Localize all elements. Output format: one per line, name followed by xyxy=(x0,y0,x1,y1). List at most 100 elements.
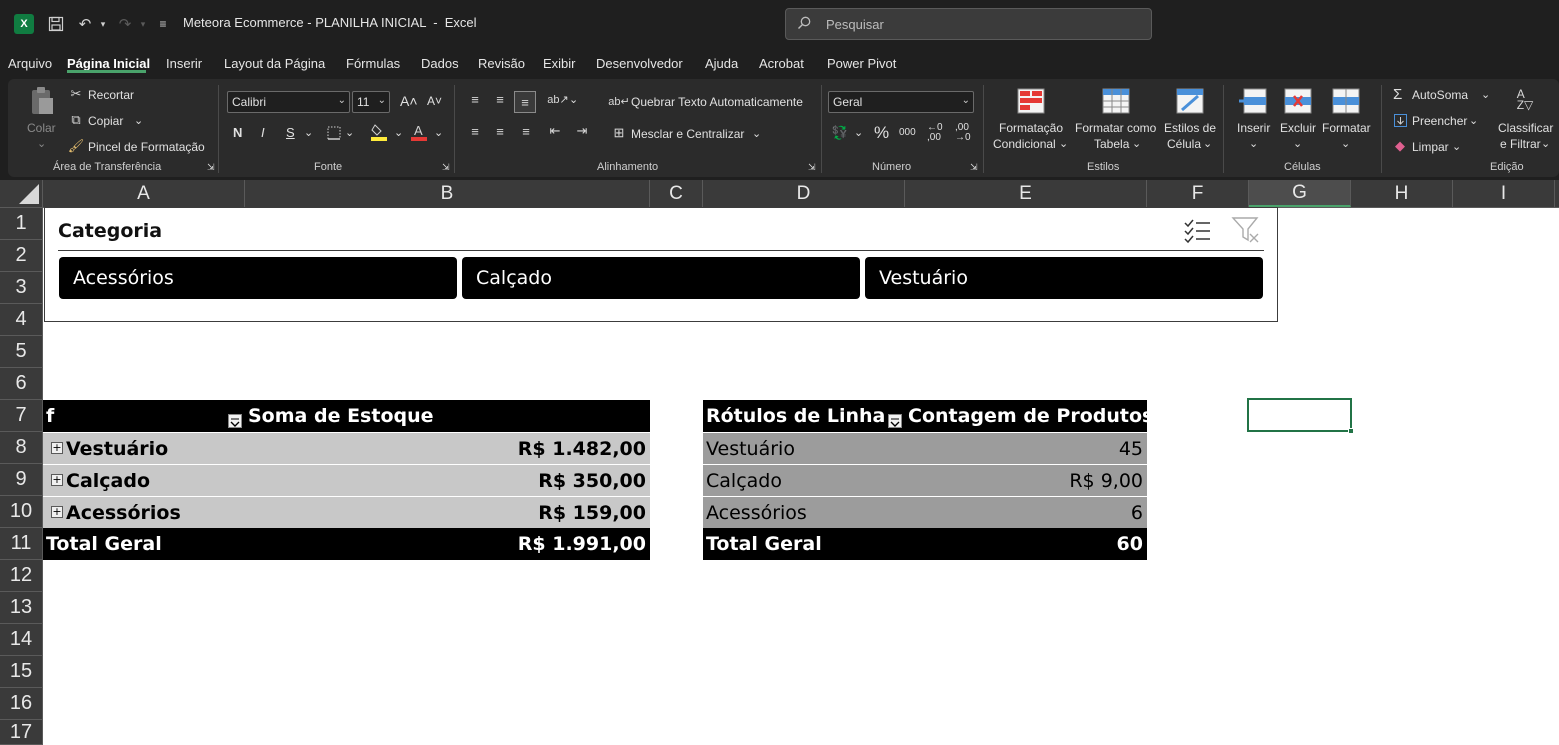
underline-dropdown-icon[interactable]: ⌄ xyxy=(304,126,313,139)
accounting-dropdown-icon[interactable]: ⌄ xyxy=(854,126,863,139)
orientation-icon[interactable]: ab↗ xyxy=(547,91,569,107)
autosum-dropdown-icon[interactable]: ⌄ xyxy=(1481,88,1490,101)
cell-styles-label-1[interactable]: Estilos de xyxy=(1164,121,1216,135)
fill-handle[interactable] xyxy=(1348,428,1354,434)
conditional-formatting-label-2[interactable]: Condicional xyxy=(993,137,1056,151)
select-all-button[interactable] xyxy=(0,180,43,207)
percent-button[interactable]: % xyxy=(874,123,889,143)
cut-button[interactable]: Recortar xyxy=(88,88,134,102)
paste-dropdown-icon[interactable]: ⌄ xyxy=(37,137,46,150)
column-header-g[interactable]: G xyxy=(1249,180,1351,207)
increase-indent-icon[interactable]: ⇥ xyxy=(573,123,591,139)
multi-select-icon[interactable] xyxy=(1183,218,1211,244)
pivot2-filter-dropdown-icon[interactable] xyxy=(888,414,902,428)
alignment-launcher-icon[interactable]: ⇲ xyxy=(808,162,816,173)
row-header[interactable]: 3 xyxy=(0,272,42,304)
font-size-select[interactable]: 11 ⌄ xyxy=(352,91,390,113)
clipboard-launcher-icon[interactable]: ⇲ xyxy=(207,162,215,173)
column-header-c[interactable]: C xyxy=(650,180,703,207)
expand-icon[interactable]: + xyxy=(51,442,63,454)
row-header[interactable]: 11 xyxy=(0,528,42,560)
tab-inserir[interactable]: Inserir xyxy=(166,56,202,71)
slicer-item-calcado[interactable]: Calçado xyxy=(462,257,860,299)
pivot1-row-labels-header[interactable]: f xyxy=(46,405,54,427)
tab-layout[interactable]: Layout da Página xyxy=(224,56,325,71)
orientation-dropdown-icon[interactable]: ⌄ xyxy=(569,93,578,106)
sort-filter-label-2[interactable]: e Filtrar xyxy=(1500,137,1541,151)
slicer-item-acessorios[interactable]: Acessórios xyxy=(59,257,457,299)
tab-acrobat[interactable]: Acrobat xyxy=(759,56,804,71)
fill-button[interactable]: Preencher xyxy=(1412,114,1467,128)
expand-icon[interactable]: + xyxy=(51,474,63,486)
font-color-icon[interactable]: A xyxy=(411,123,427,141)
accounting-format-icon[interactable]: 💱 xyxy=(831,125,849,141)
conditional-dropdown-icon[interactable]: ⌄ xyxy=(1059,137,1068,150)
column-header-b[interactable]: B xyxy=(245,180,650,207)
increase-decimal-icon[interactable]: ←0,00 xyxy=(927,123,943,143)
row-header[interactable]: 17 xyxy=(0,720,42,745)
column-header-e[interactable]: E xyxy=(905,180,1147,207)
row-header[interactable]: 5 xyxy=(0,336,42,368)
tab-dados[interactable]: Dados xyxy=(421,56,459,71)
row-header[interactable]: 2 xyxy=(0,240,42,272)
borders-dropdown-icon[interactable]: ⌄ xyxy=(345,126,354,139)
autosum-button[interactable]: AutoSoma xyxy=(1412,88,1468,102)
delete-dropdown-icon[interactable]: ⌄ xyxy=(1293,137,1302,150)
tab-power-pivot[interactable]: Power Pivot xyxy=(827,56,896,71)
column-header-f[interactable]: F xyxy=(1147,180,1249,207)
row-header[interactable]: 6 xyxy=(0,368,42,400)
format-table-dropdown-icon[interactable]: ⌄ xyxy=(1132,137,1141,150)
column-header-i[interactable]: I xyxy=(1453,180,1555,207)
row-header[interactable]: 13 xyxy=(0,592,42,624)
category-slicer[interactable]: Categoria Acessórios Calçado Vestuário xyxy=(44,207,1278,322)
wrap-text-button[interactable]: Quebrar Texto Automaticamente xyxy=(631,95,803,109)
column-header-d[interactable]: D xyxy=(703,180,905,207)
number-format-select[interactable]: Geral ⌄ xyxy=(828,91,974,113)
tab-pagina-inicial[interactable]: Página Inicial xyxy=(67,56,150,71)
grow-font-icon[interactable]: A˄ xyxy=(400,93,418,109)
cell-styles-label-2[interactable]: Célula xyxy=(1167,137,1201,151)
fill-color-icon[interactable] xyxy=(371,123,387,141)
fill-color-dropdown-icon[interactable]: ⌄ xyxy=(394,126,403,139)
format-as-table-label-2[interactable]: Tabela xyxy=(1094,137,1129,151)
row-header[interactable]: 15 xyxy=(0,656,42,688)
borders-icon[interactable] xyxy=(326,125,342,141)
delete-cells-button[interactable]: Excluir xyxy=(1280,121,1316,135)
decrease-indent-icon[interactable]: ⇤ xyxy=(546,123,564,139)
merge-center-button[interactable]: Mesclar e Centralizar xyxy=(631,127,744,141)
row-header[interactable]: 16 xyxy=(0,688,42,720)
row-header[interactable]: 12 xyxy=(0,560,42,592)
column-header-h[interactable]: H xyxy=(1351,180,1453,207)
undo-dropdown-icon[interactable]: ▾ xyxy=(92,13,114,35)
number-launcher-icon[interactable]: ⇲ xyxy=(970,162,978,173)
row-header[interactable]: 8 xyxy=(0,432,42,464)
font-name-select[interactable]: Calibri ⌄ xyxy=(227,91,350,113)
row-header[interactable]: 9 xyxy=(0,464,42,496)
bold-button[interactable]: N xyxy=(233,125,242,140)
font-color-dropdown-icon[interactable]: ⌄ xyxy=(434,126,443,139)
pivot2-row-labels-header[interactable]: Rótulos de Linha xyxy=(706,405,885,427)
clear-dropdown-icon[interactable]: ⌄ xyxy=(1452,140,1461,153)
row-header[interactable]: 1 xyxy=(0,208,42,240)
align-middle-icon[interactable]: ≡ xyxy=(491,91,509,107)
align-bottom-icon[interactable]: ≡ xyxy=(514,91,536,113)
shrink-font-icon[interactable]: A˅ xyxy=(427,94,442,108)
row-header[interactable]: 7 xyxy=(0,400,42,432)
paste-label[interactable]: Colar xyxy=(27,121,56,135)
expand-icon[interactable]: + xyxy=(51,506,63,518)
column-header-a[interactable]: A xyxy=(43,180,245,207)
slicer-item-vestuario[interactable]: Vestuário xyxy=(865,257,1263,299)
sort-filter-dropdown-icon[interactable]: ⌄ xyxy=(1541,137,1550,150)
format-cells-button[interactable]: Formatar xyxy=(1322,121,1371,135)
clear-button[interactable]: Limpar xyxy=(1412,140,1449,154)
underline-button[interactable]: S xyxy=(286,125,295,140)
decrease-decimal-icon[interactable]: ,00 →0 xyxy=(955,123,971,143)
tab-desenvolvedor[interactable]: Desenvolvedor xyxy=(596,56,683,71)
format-dropdown-icon[interactable]: ⌄ xyxy=(1341,137,1350,150)
row-header[interactable]: 4 xyxy=(0,304,42,336)
copy-button[interactable]: Copiar xyxy=(88,114,123,128)
align-center-icon[interactable]: ≡ xyxy=(491,123,509,139)
sort-filter-label-1[interactable]: Classificar xyxy=(1498,121,1553,135)
clear-filter-icon[interactable] xyxy=(1231,216,1261,244)
row-header[interactable]: 14 xyxy=(0,624,42,656)
